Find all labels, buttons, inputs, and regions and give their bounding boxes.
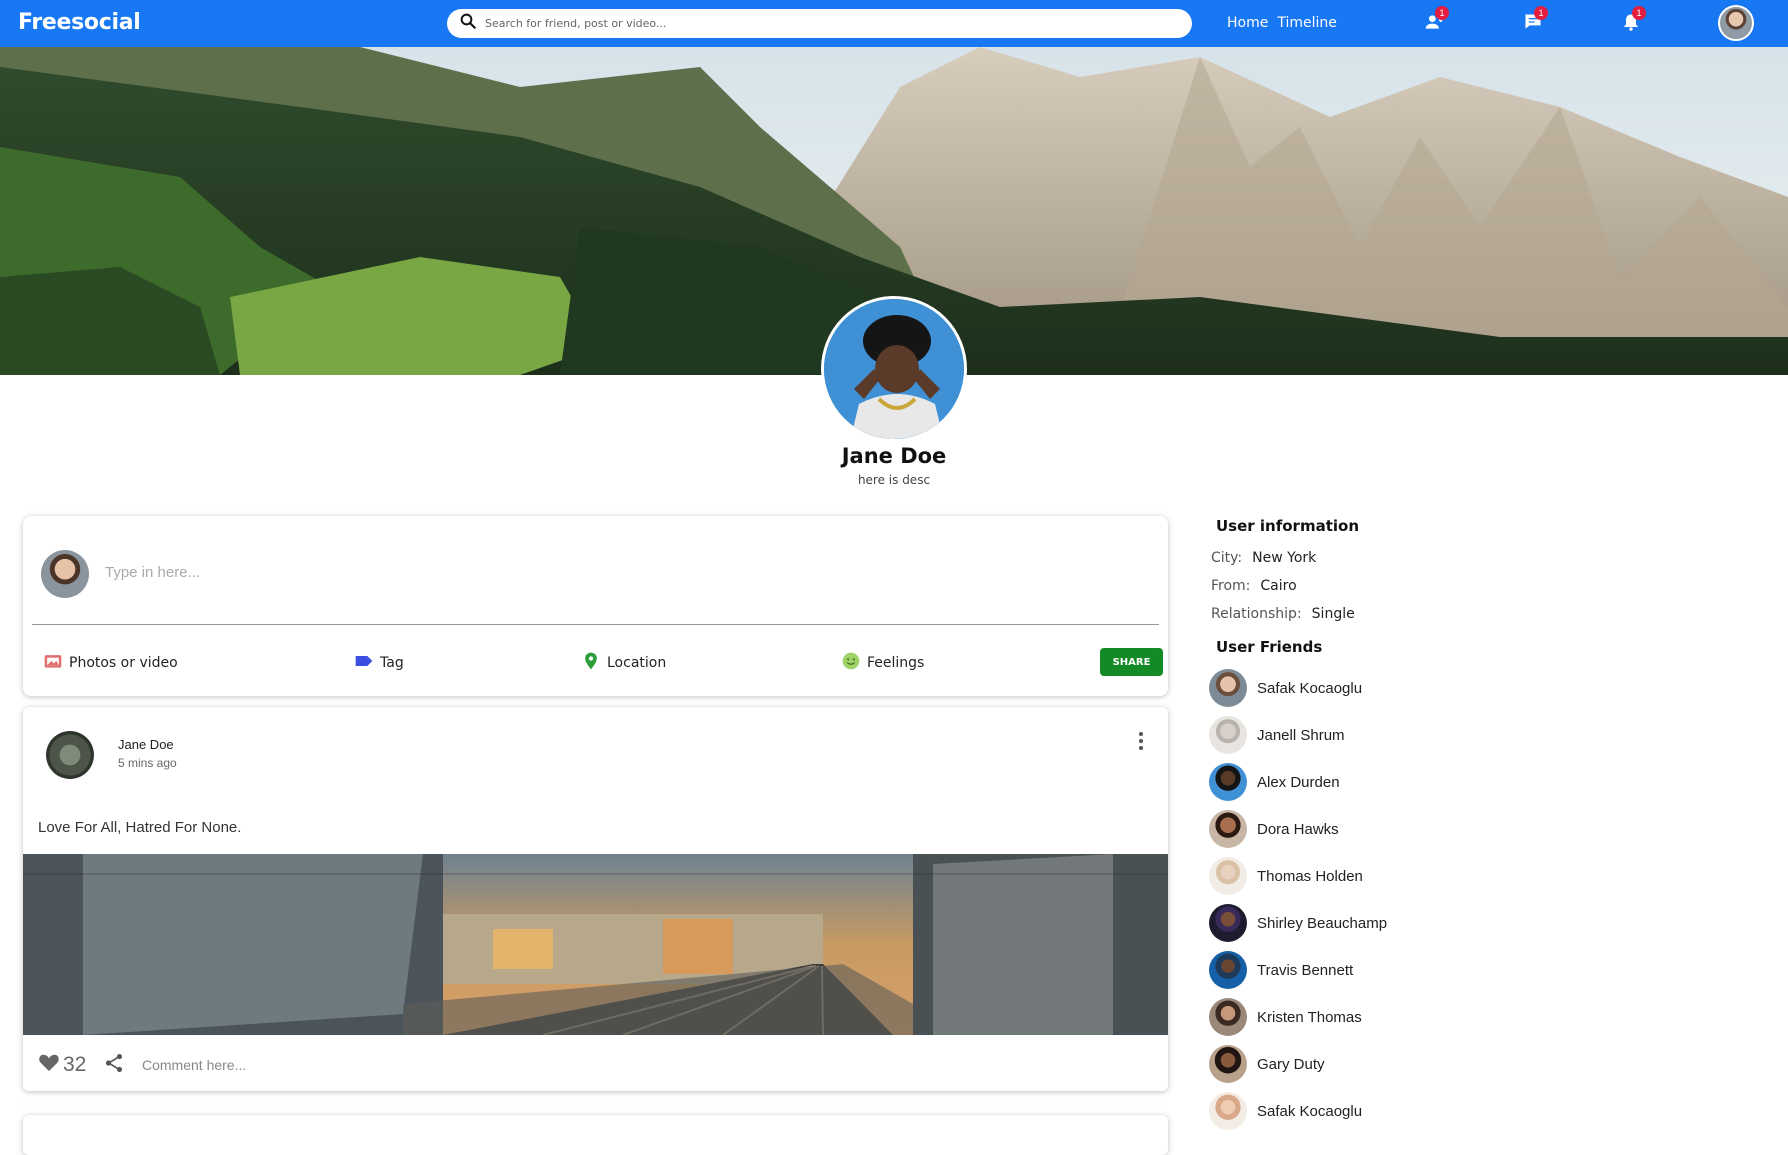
info-city-value: New York bbox=[1252, 550, 1317, 566]
photo-icon bbox=[43, 651, 63, 675]
friend-name: Thomas Holden bbox=[1257, 867, 1363, 885]
tag-label: Tag bbox=[380, 655, 404, 671]
profile-description: here is desc bbox=[857, 473, 931, 487]
feed-post: Jane Doe 5 mins ago Love For All, Hatred… bbox=[23, 707, 1168, 1091]
comment-input[interactable] bbox=[142, 1057, 642, 1073]
friend-name: Dora Hawks bbox=[1257, 820, 1339, 838]
friend-avatar bbox=[1209, 998, 1247, 1036]
friend-name: Shirley Beauchamp bbox=[1257, 914, 1388, 932]
messages-badge: 1 bbox=[1534, 6, 1548, 20]
person-icon bbox=[1424, 15, 1444, 36]
bell-icon bbox=[1621, 14, 1641, 36]
friend-avatar bbox=[1209, 810, 1247, 848]
post-share-button[interactable] bbox=[103, 1052, 125, 1074]
friend-name: Janell Shrum bbox=[1257, 726, 1345, 744]
composer-avatar bbox=[41, 550, 89, 598]
friend-item[interactable]: Kristen Thomas bbox=[1209, 997, 1459, 1037]
top-navbar: Freesocial Home Timeline 1 1 1 bbox=[0, 0, 1788, 47]
location-option[interactable]: Location bbox=[581, 651, 666, 675]
search-bar[interactable] bbox=[447, 9, 1192, 38]
notifications-badge: 1 bbox=[1632, 6, 1646, 20]
post-text: Love For All, Hatred For None. bbox=[38, 819, 242, 836]
feelings-label: Feelings bbox=[867, 655, 925, 671]
app-logo[interactable]: Freesocial bbox=[18, 10, 141, 35]
location-pin-icon bbox=[581, 651, 601, 675]
messages-button[interactable]: 1 bbox=[1523, 6, 1548, 36]
friend-item[interactable]: Shirley Beauchamp bbox=[1209, 903, 1459, 943]
info-relationship-key: Relationship: bbox=[1211, 606, 1302, 622]
info-relationship-value: Single bbox=[1311, 606, 1355, 622]
share-button[interactable]: SHARE bbox=[1100, 648, 1163, 676]
location-label: Location bbox=[607, 655, 667, 671]
photos-video-label: Photos or video bbox=[69, 655, 178, 671]
friend-item[interactable]: Safak Kocaoglu bbox=[1209, 1091, 1459, 1131]
friend-name: Gary Duty bbox=[1257, 1055, 1325, 1073]
feelings-option[interactable]: Feelings bbox=[841, 651, 924, 675]
friend-avatar bbox=[1209, 857, 1247, 895]
friend-item[interactable]: Gary Duty bbox=[1209, 1044, 1459, 1084]
user-info-heading: User information bbox=[1216, 517, 1359, 535]
tag-icon bbox=[354, 651, 374, 675]
tag-option[interactable]: Tag bbox=[354, 651, 404, 675]
friend-name: Alex Durden bbox=[1257, 773, 1340, 791]
post-input[interactable] bbox=[105, 564, 1005, 581]
info-from: From: Cairo bbox=[1211, 578, 1297, 594]
friend-name: Kristen Thomas bbox=[1257, 1008, 1362, 1026]
post-author-name[interactable]: Jane Doe bbox=[118, 737, 174, 752]
search-input[interactable] bbox=[485, 17, 1165, 30]
friend-name: Safak Kocaoglu bbox=[1257, 679, 1363, 697]
friend-avatar bbox=[1209, 669, 1247, 707]
notifications-button[interactable]: 1 bbox=[1621, 6, 1646, 36]
friend-name: Travis Bennett bbox=[1257, 961, 1354, 979]
friend-avatar bbox=[1209, 763, 1247, 801]
post-image[interactable] bbox=[23, 854, 1168, 1035]
user-friends-heading: User Friends bbox=[1216, 638, 1323, 656]
smiley-icon bbox=[841, 651, 861, 675]
friend-item[interactable]: Travis Bennett bbox=[1209, 950, 1459, 990]
info-city: City: New York bbox=[1211, 550, 1316, 566]
friend-item[interactable]: Dora Hawks bbox=[1209, 809, 1459, 849]
post-composer: Photos or video Tag Location Feelings SH… bbox=[23, 516, 1168, 696]
friend-item[interactable]: Janell Shrum bbox=[1209, 715, 1459, 755]
info-relationship: Relationship: Single bbox=[1211, 606, 1355, 622]
like-count: 32 bbox=[63, 1053, 87, 1076]
like-button[interactable]: 32 bbox=[38, 1052, 86, 1078]
friend-name: Safak Kocaoglu bbox=[1257, 1102, 1363, 1120]
profile-picture[interactable] bbox=[821, 296, 967, 442]
info-from-value: Cairo bbox=[1260, 578, 1297, 594]
more-vertical-icon bbox=[1131, 732, 1151, 757]
chat-icon bbox=[1523, 14, 1543, 36]
nav-home-link[interactable]: Home bbox=[1227, 15, 1268, 31]
friend-avatar bbox=[1209, 1045, 1247, 1083]
share-icon bbox=[103, 1054, 125, 1078]
post-author-avatar[interactable] bbox=[46, 731, 94, 779]
friend-item[interactable]: Safak Kocaoglu bbox=[1209, 668, 1459, 708]
info-from-key: From: bbox=[1211, 578, 1251, 594]
heart-icon bbox=[38, 1052, 60, 1078]
account-avatar[interactable] bbox=[1718, 5, 1754, 41]
nav-links: Home Timeline bbox=[1227, 15, 1337, 31]
post-more-button[interactable] bbox=[1131, 729, 1151, 753]
friend-avatar bbox=[1209, 951, 1247, 989]
nav-timeline-link[interactable]: Timeline bbox=[1277, 15, 1337, 31]
search-icon bbox=[459, 12, 477, 35]
friend-requests-button[interactable]: 1 bbox=[1424, 6, 1449, 36]
friend-item[interactable]: Thomas Holden bbox=[1209, 856, 1459, 896]
friend-item[interactable]: Alex Durden bbox=[1209, 762, 1459, 802]
friend-requests-badge: 1 bbox=[1435, 6, 1449, 20]
info-city-key: City: bbox=[1211, 550, 1243, 566]
photos-video-option[interactable]: Photos or video bbox=[43, 651, 178, 675]
friend-avatar bbox=[1209, 1092, 1247, 1130]
profile-name: Jane Doe bbox=[841, 444, 947, 468]
feed-post-next bbox=[23, 1115, 1168, 1155]
friend-avatar bbox=[1209, 716, 1247, 754]
friend-avatar bbox=[1209, 904, 1247, 942]
composer-divider bbox=[32, 624, 1159, 625]
post-timestamp: 5 mins ago bbox=[118, 756, 177, 770]
